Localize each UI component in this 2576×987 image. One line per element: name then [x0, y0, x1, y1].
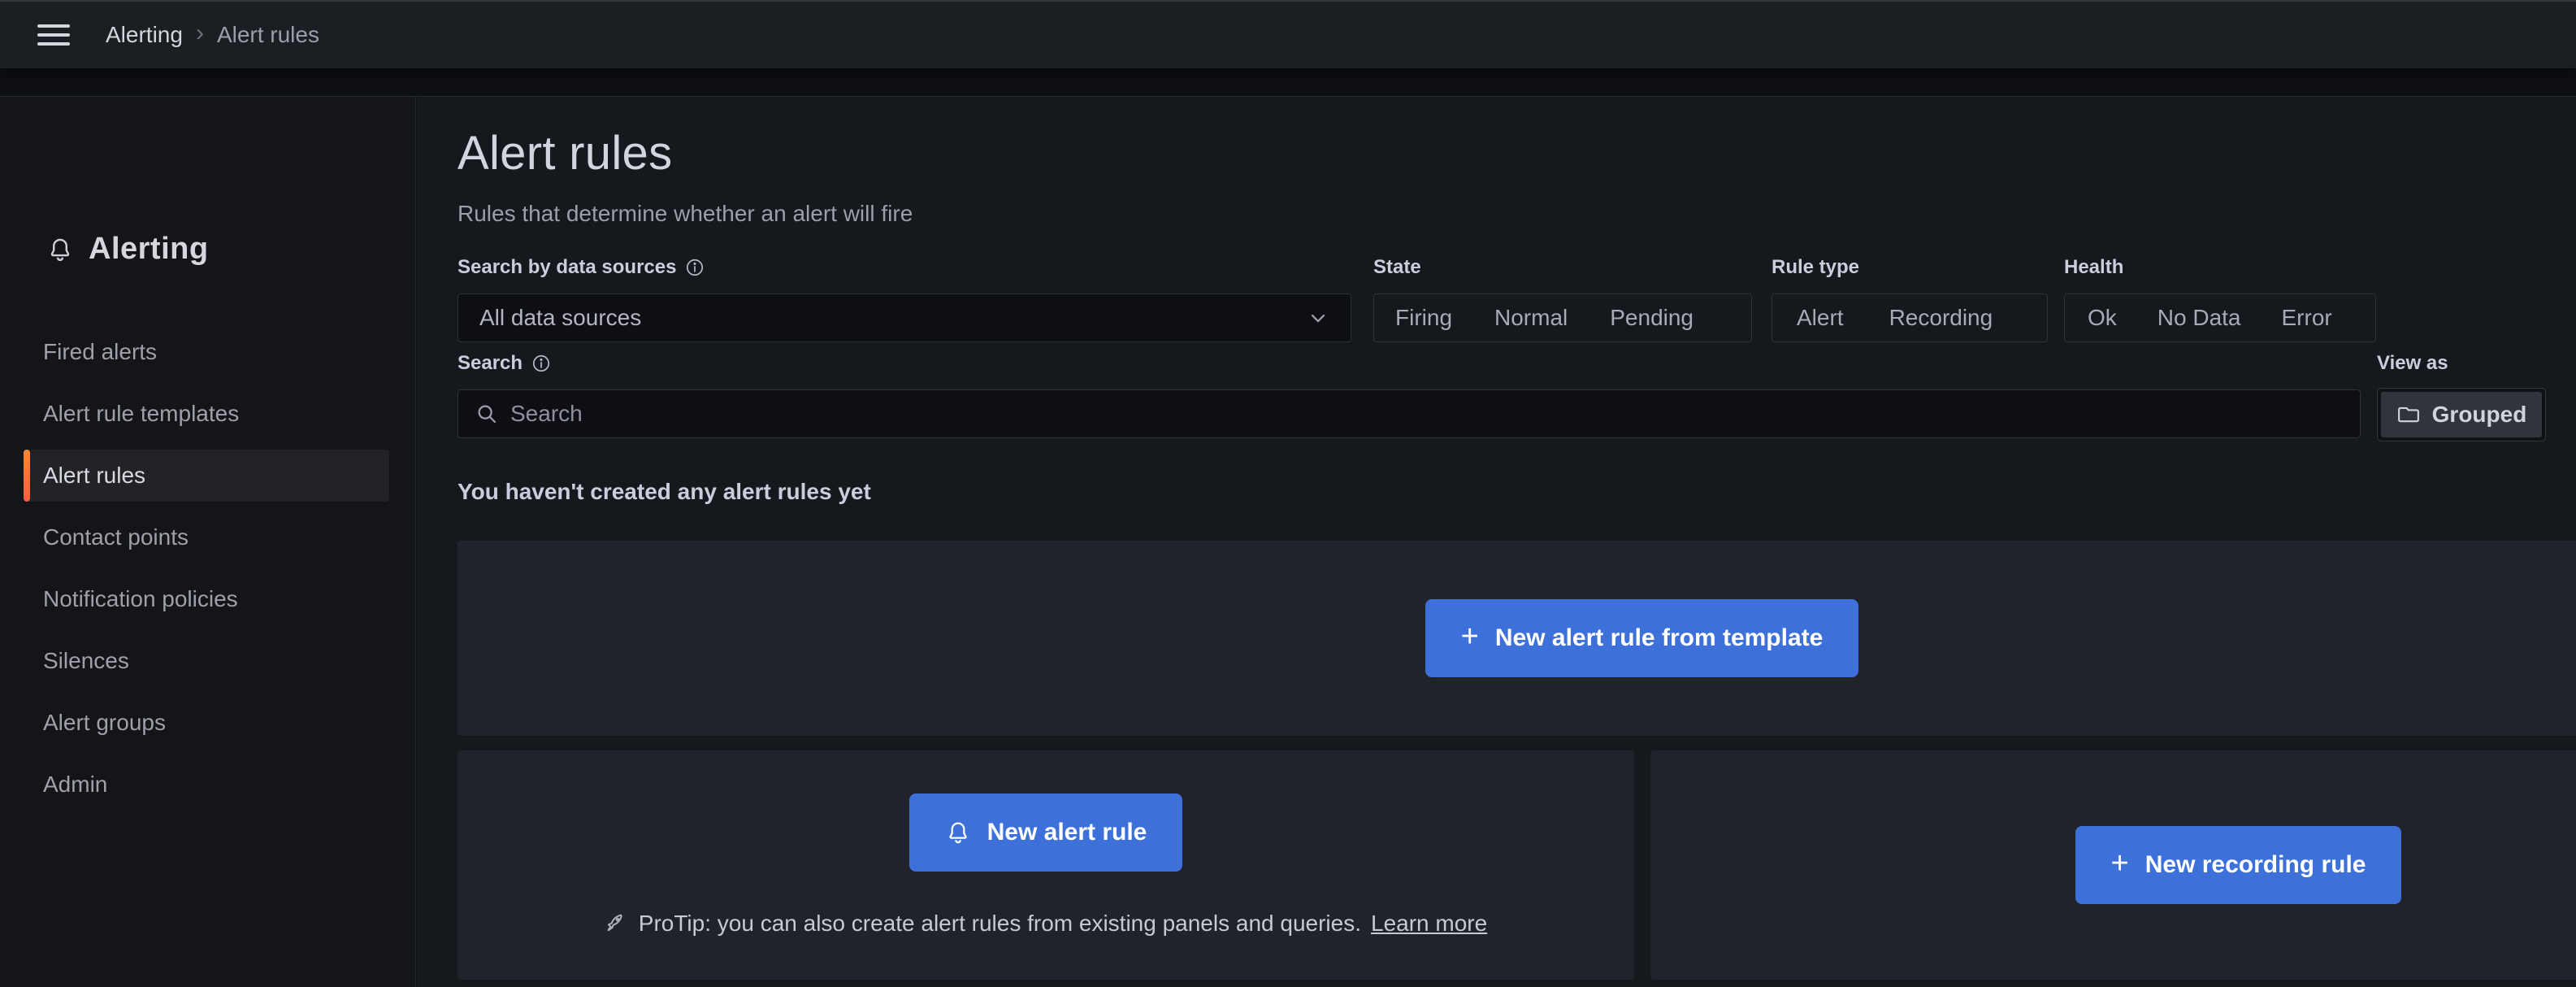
top-navigation-bar: Alerting › Alert rules: [0, 0, 2576, 68]
breadcrumb: Alerting › Alert rules: [106, 21, 319, 49]
data-source-value: All data sources: [479, 305, 642, 330]
rule-type-filter-group: Alert Recording: [1772, 293, 2048, 342]
view-as-grouped-button[interactable]: Grouped: [2381, 392, 2542, 437]
rocket-icon: [605, 911, 629, 936]
health-label: Health: [2064, 256, 2124, 278]
state-option-normal[interactable]: Normal: [1494, 305, 1568, 331]
sidebar-item-label: Alert groups: [43, 710, 166, 735]
breadcrumb-page: Alert rules: [216, 22, 319, 47]
breadcrumb-section[interactable]: Alerting: [106, 22, 183, 48]
new-recording-rule-panel: + New recording rule: [1650, 750, 2576, 980]
empty-state-message: You haven't created any alert rules yet: [458, 479, 871, 504]
sidebar-item-label: Alert rule templates: [43, 401, 240, 426]
rule-type-option-alert[interactable]: Alert: [1797, 305, 1844, 331]
sidebar-title: Alerting: [89, 232, 209, 266]
search-icon: [475, 402, 499, 426]
sidebar-item-alert-groups[interactable]: Alert groups: [0, 692, 416, 754]
sidebar-item-label: Contact points: [43, 524, 189, 550]
protip-text: ProTip: you can also create alert rules …: [638, 911, 1361, 936]
sidebar-item-alert-rules[interactable]: Alert rules: [0, 445, 416, 507]
search-label: Search: [458, 352, 552, 375]
sidebar-item-contact-points[interactable]: Contact points: [0, 507, 416, 568]
view-as-toggle: Grouped: [2377, 388, 2546, 441]
page-subtitle: Rules that determine whether an alert wi…: [458, 201, 913, 226]
new-recording-rule-button[interactable]: + New recording rule: [2075, 826, 2402, 904]
rule-type-label: Rule type: [1772, 256, 1860, 278]
view-as-value: Grouped: [2431, 402, 2527, 427]
sidebar-header: Alerting: [46, 232, 209, 267]
sidebar-item-label: Fired alerts: [43, 339, 158, 364]
new-alert-rule-panel: New alert rule ProTip: you can also crea…: [458, 750, 1634, 980]
plus-icon: +: [1460, 620, 1479, 654]
chevron-down-icon: [1307, 307, 1329, 329]
grafana-alert-rules-page: Alerting › Alert rules Alerting Fired al…: [0, 0, 2576, 987]
new-alert-rule-from-template-button[interactable]: + New alert rule from template: [1425, 599, 1859, 677]
view-as-label: View as: [2377, 352, 2448, 374]
sidebar-item-alert-rule-templates[interactable]: Alert rule templates: [0, 383, 416, 445]
header-shadow-strip: [0, 70, 2576, 96]
info-icon[interactable]: [684, 257, 705, 278]
new-alert-rule-button[interactable]: New alert rule: [909, 794, 1183, 872]
sidebar-item-label: Silences: [43, 648, 129, 673]
hamburger-menu-icon[interactable]: [37, 16, 75, 54]
sidebar-item-silences[interactable]: Silences: [0, 630, 416, 692]
learn-more-link[interactable]: Learn more: [1371, 911, 1487, 937]
breadcrumb-separator-icon: ›: [195, 20, 204, 46]
health-option-ok[interactable]: Ok: [2088, 305, 2117, 331]
state-filter-group: Firing Normal Pending: [1373, 293, 1752, 342]
bell-icon: [945, 820, 971, 846]
workarea: Alerting Fired alerts Alert rule templat…: [0, 96, 2576, 987]
search-input[interactable]: [510, 401, 2344, 427]
data-source-label: Search by data sources: [458, 256, 705, 279]
bell-icon: [46, 236, 74, 263]
sidebar-item-fired-alerts[interactable]: Fired alerts: [0, 321, 416, 383]
main-content: Alert rules Rules that determine whether…: [417, 97, 2576, 987]
plus-icon: +: [2110, 846, 2129, 880]
state-label: State: [1373, 256, 1421, 278]
active-item-indicator: [24, 450, 30, 502]
sidebar-item-admin[interactable]: Admin: [0, 754, 416, 815]
health-filter-group: Ok No Data Error: [2064, 293, 2376, 342]
alerting-sidebar: Alerting Fired alerts Alert rule templat…: [0, 97, 416, 987]
template-cta-panel: + New alert rule from template: [458, 541, 2576, 736]
state-option-firing[interactable]: Firing: [1395, 305, 1452, 331]
sidebar-item-label: Alert rules: [43, 463, 146, 488]
info-icon[interactable]: [531, 353, 552, 374]
state-option-pending[interactable]: Pending: [1610, 305, 1693, 331]
health-option-no-data[interactable]: No Data: [2158, 305, 2241, 331]
sidebar-item-notification-policies[interactable]: Notification policies: [0, 568, 416, 630]
sidebar-item-label: Admin: [43, 772, 108, 797]
rule-type-option-recording[interactable]: Recording: [1889, 305, 1993, 331]
search-field: [458, 389, 2361, 438]
sidebar-nav: Fired alerts Alert rule templates Alert …: [0, 321, 416, 815]
health-option-error[interactable]: Error: [2282, 305, 2332, 331]
folder-icon: [2396, 402, 2421, 427]
data-source-select[interactable]: All data sources: [458, 293, 1351, 342]
page-title: Alert rules: [458, 127, 673, 180]
sidebar-item-label: Notification policies: [43, 586, 238, 611]
protip: ProTip: you can also create alert rules …: [605, 911, 1487, 937]
